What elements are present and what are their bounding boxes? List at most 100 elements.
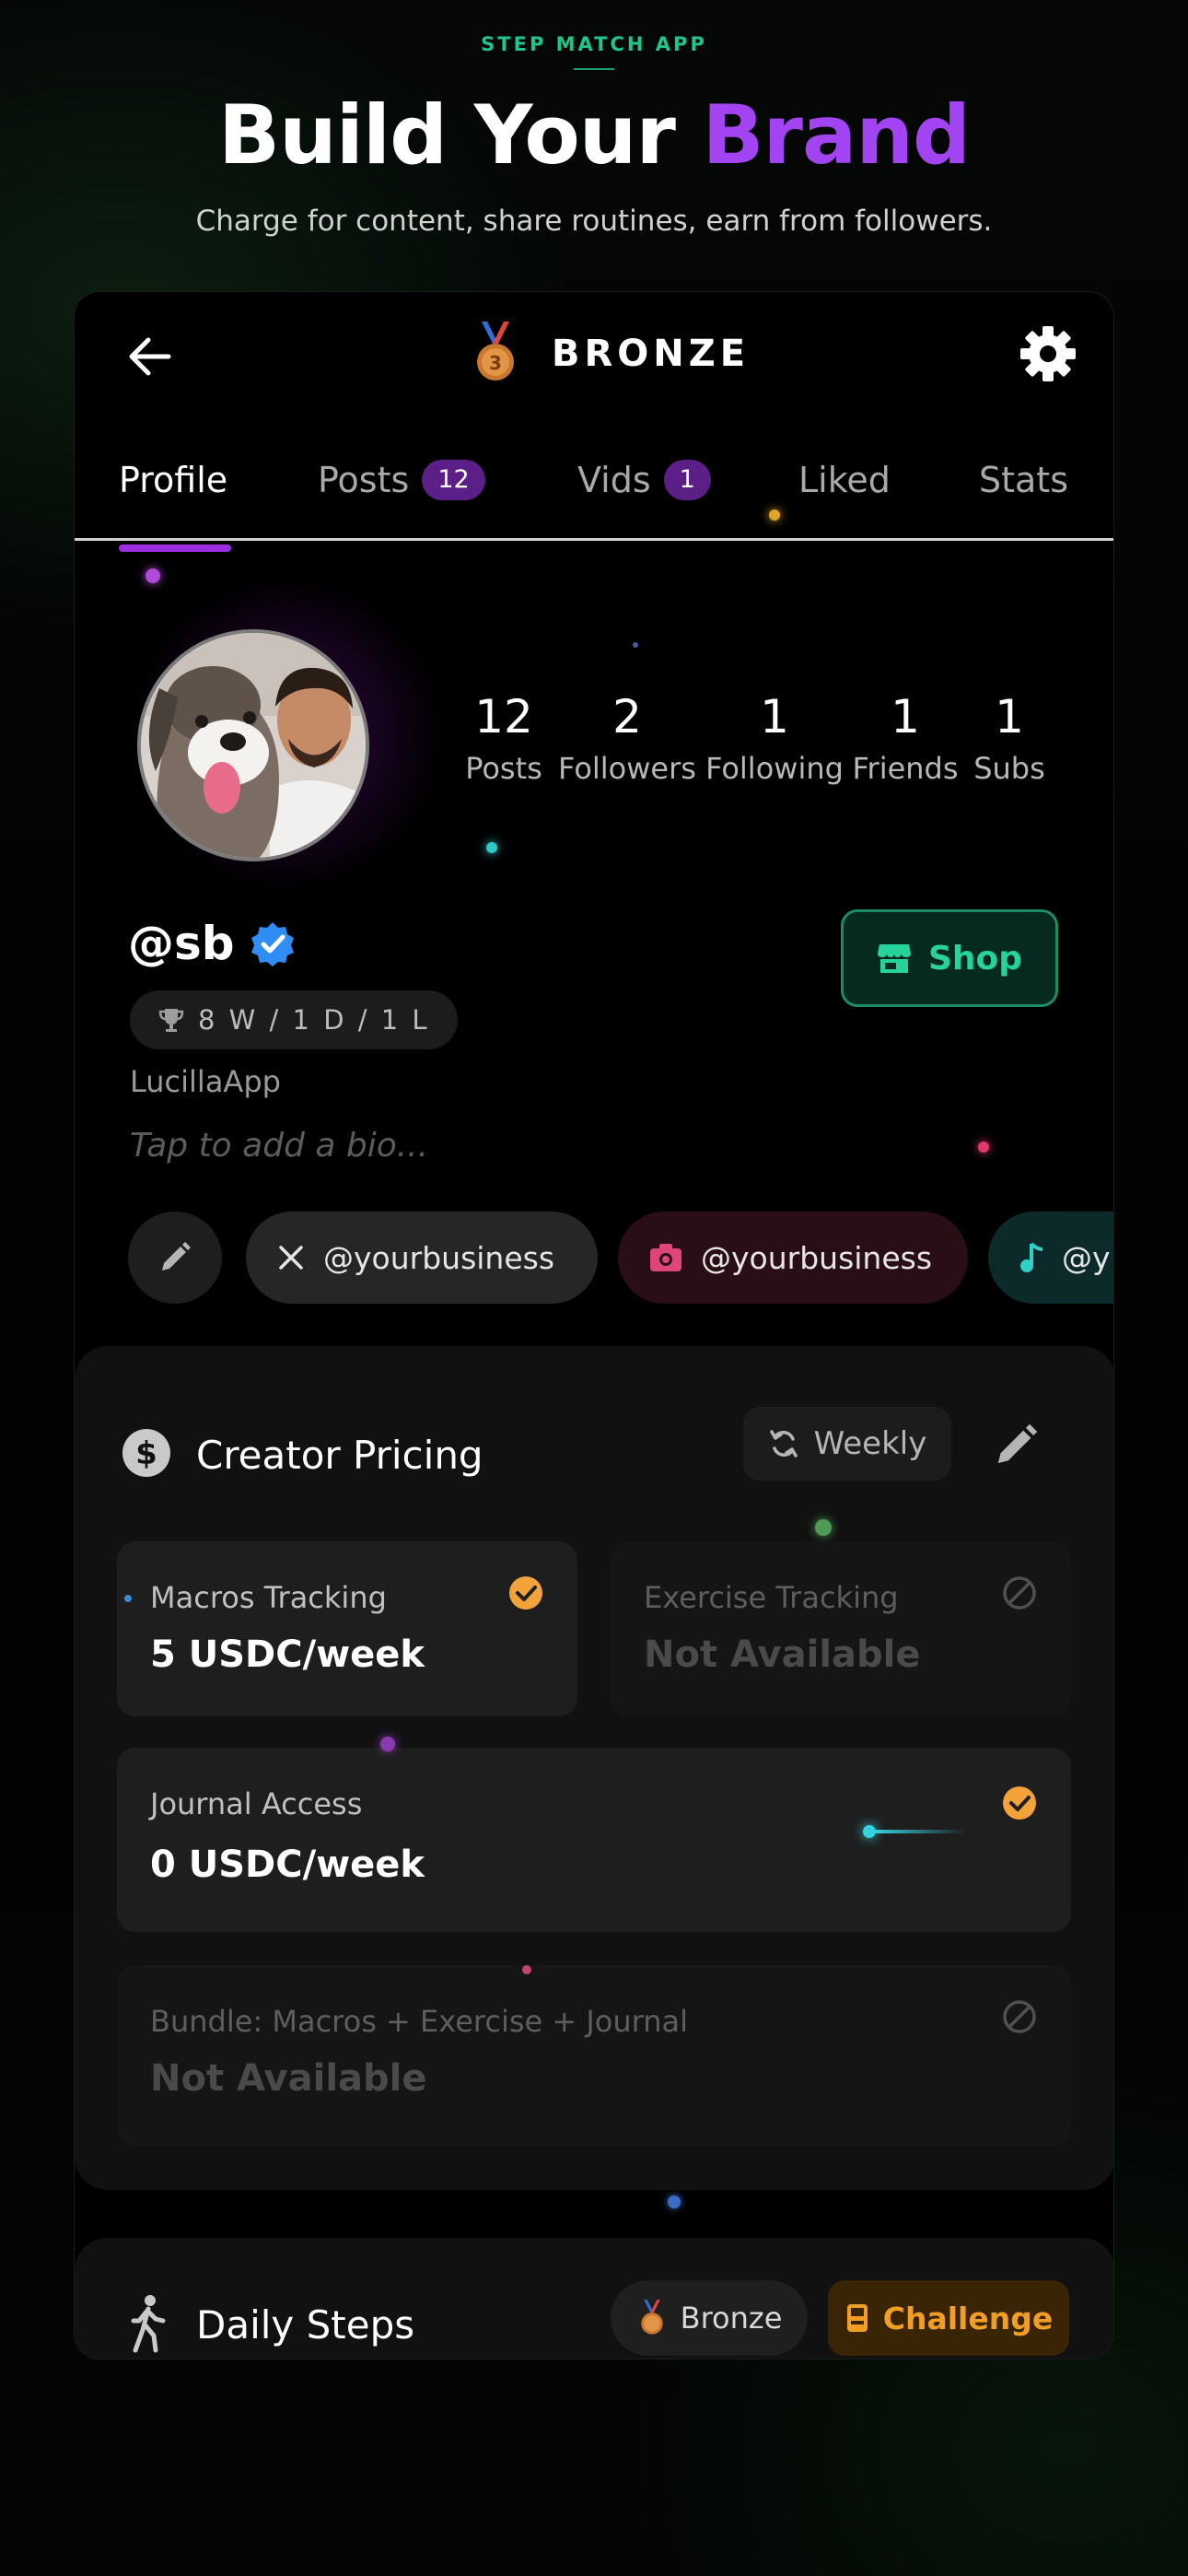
win-record-chip: 8 W / 1 D / 1 L <box>130 990 458 1049</box>
price-tile-macros[interactable]: Macros Tracking 5 USDC/week <box>117 1541 577 1716</box>
social-chip-tiktok[interactable]: @y <box>988 1212 1113 1304</box>
tab-posts[interactable]: Posts 12 <box>318 460 485 500</box>
stat-label: Following <box>705 751 844 786</box>
tile-price: Not Available <box>644 1633 921 1676</box>
sparkle-decoration <box>146 568 160 583</box>
tile-label: Macros Tracking <box>150 1580 387 1615</box>
app-eyebrow: STEP MATCH APP <box>481 33 707 55</box>
x-icon <box>279 1246 303 1270</box>
sparkle-decoration <box>486 842 497 853</box>
tile-price: 0 USDC/week <box>150 1844 425 1886</box>
tab-stats[interactable]: Stats <box>979 460 1068 500</box>
avatar[interactable] <box>137 629 369 861</box>
steps-tier-chip[interactable]: Bronze <box>611 2280 808 2356</box>
walking-person-icon <box>131 2295 166 2353</box>
stat-posts[interactable]: 12 Posts <box>445 688 563 786</box>
music-note-icon <box>1020 1242 1043 1272</box>
trophy-icon <box>158 1009 184 1032</box>
sparkle-decoration <box>633 642 638 648</box>
social-links-row: @yourbusiness @yourbusiness @y <box>128 1212 1113 1304</box>
billing-period-label: Weekly <box>813 1425 927 1462</box>
social-chip-x[interactable]: @yourbusiness <box>246 1212 598 1304</box>
hero-subtitle: Charge for content, share routines, earn… <box>195 205 993 238</box>
stat-friends[interactable]: 1 Friends <box>844 688 966 786</box>
camera-icon <box>650 1244 681 1271</box>
social-chip-instagram[interactable]: @yourbusiness <box>618 1212 968 1304</box>
profile-handle: @sb <box>128 917 296 970</box>
medal-number: 3 <box>489 352 502 374</box>
stat-value: 2 <box>612 690 642 744</box>
sparkle-decoration <box>522 1965 531 1974</box>
eyebrow-divider <box>574 68 614 70</box>
hero-title-main: Build Your <box>218 88 676 182</box>
storefront-icon <box>877 944 911 973</box>
stat-label: Subs <box>973 751 1045 786</box>
phone-screen: 3 BRONZE Profile Posts 12 Vids 1 Liked Sta… <box>74 291 1114 2359</box>
record-text: 8 W / 1 D / 1 L <box>198 1004 430 1036</box>
sparkle-decoration <box>815 1519 832 1536</box>
rank-label: BRONZE <box>552 333 751 375</box>
challenge-button[interactable]: Challenge <box>828 2280 1069 2356</box>
tab-label: Liked <box>798 460 891 500</box>
tab-profile[interactable]: Profile <box>119 460 227 500</box>
sparkle-decoration <box>124 1595 132 1602</box>
stat-following[interactable]: 1 Following <box>693 688 856 786</box>
tab-label: Profile <box>119 460 228 500</box>
bio-placeholder[interactable]: Tap to add a bio... <box>130 1127 428 1165</box>
active-tab-indicator <box>119 544 231 552</box>
hero-title: Build Your Brand <box>0 85 1188 186</box>
back-arrow-icon[interactable] <box>122 329 178 384</box>
tile-price: Not Available <box>150 2057 427 2100</box>
top-bar: 3 BRONZE <box>75 292 1113 412</box>
comet-trail-decoration <box>874 1830 966 1833</box>
stat-subs[interactable]: 1 Subs <box>959 688 1060 786</box>
check-circle-icon <box>1003 1786 1036 1820</box>
steps-title: Daily Steps <box>196 2302 415 2348</box>
billing-period-toggle[interactable]: Weekly <box>743 1407 951 1481</box>
tab-label: Posts <box>318 460 410 500</box>
challenge-label: Challenge <box>882 2300 1054 2336</box>
sparkle-decoration <box>978 1142 989 1153</box>
social-handle: @y <box>1062 1239 1111 1276</box>
unavailable-icon <box>1003 1576 1036 1610</box>
tab-label: Vids <box>577 460 651 500</box>
avatar-photo <box>141 633 366 858</box>
creator-pricing-card: $ Creator Pricing Weekly Macros Tracking… <box>75 1346 1113 2190</box>
tile-label: Journal Access <box>150 1786 363 1821</box>
price-tile-bundle[interactable]: Bundle: Macros + Exercise + Journal Not … <box>117 1965 1071 2146</box>
unavailable-icon <box>1003 2000 1036 2033</box>
bronze-medal-icon <box>640 2300 663 2335</box>
tile-label: Exercise Tracking <box>644 1580 899 1615</box>
pricing-title: Creator Pricing <box>196 1433 483 1478</box>
stat-value: 1 <box>760 690 789 744</box>
tab-label: Stats <box>979 460 1069 500</box>
sparkle-decoration <box>769 509 780 521</box>
price-tile-journal[interactable]: Journal Access 0 USDC/week <box>117 1748 1071 1932</box>
stat-value: 12 <box>474 690 533 744</box>
stat-label: Followers <box>558 751 696 786</box>
svg-text:$: $ <box>135 1435 157 1472</box>
tile-price: 5 USDC/week <box>150 1633 425 1676</box>
tab-liked[interactable]: Liked <box>798 460 891 500</box>
tile-label: Bundle: Macros + Exercise + Journal <box>150 2004 689 2039</box>
tab-count-badge: 12 <box>422 460 485 500</box>
gear-icon[interactable] <box>1018 323 1078 384</box>
bronze-medal-icon: 3 <box>477 322 514 381</box>
stat-value: 1 <box>891 690 920 744</box>
dollar-coin-icon: $ <box>122 1429 170 1477</box>
edit-socials-button[interactable] <box>128 1212 222 1304</box>
check-circle-icon <box>509 1576 542 1610</box>
price-tile-exercise[interactable]: Exercise Tracking Not Available <box>611 1541 1071 1716</box>
handle-text: @sb <box>128 917 235 970</box>
verified-badge-icon <box>250 922 294 966</box>
tier-label: Bronze <box>680 2301 783 2336</box>
sparkle-decoration <box>380 1737 395 1751</box>
sparkle-decoration <box>668 2195 681 2208</box>
social-handle: @yourbusiness <box>701 1239 933 1276</box>
edit-pricing-pencil-icon[interactable] <box>992 1422 1040 1469</box>
stat-label: Posts <box>465 751 542 786</box>
hero-title-accent: Brand <box>702 88 970 182</box>
tab-vids[interactable]: Vids 1 <box>577 460 711 500</box>
shop-button[interactable]: Shop <box>841 909 1058 1007</box>
stat-followers[interactable]: 2 Followers <box>546 688 708 786</box>
